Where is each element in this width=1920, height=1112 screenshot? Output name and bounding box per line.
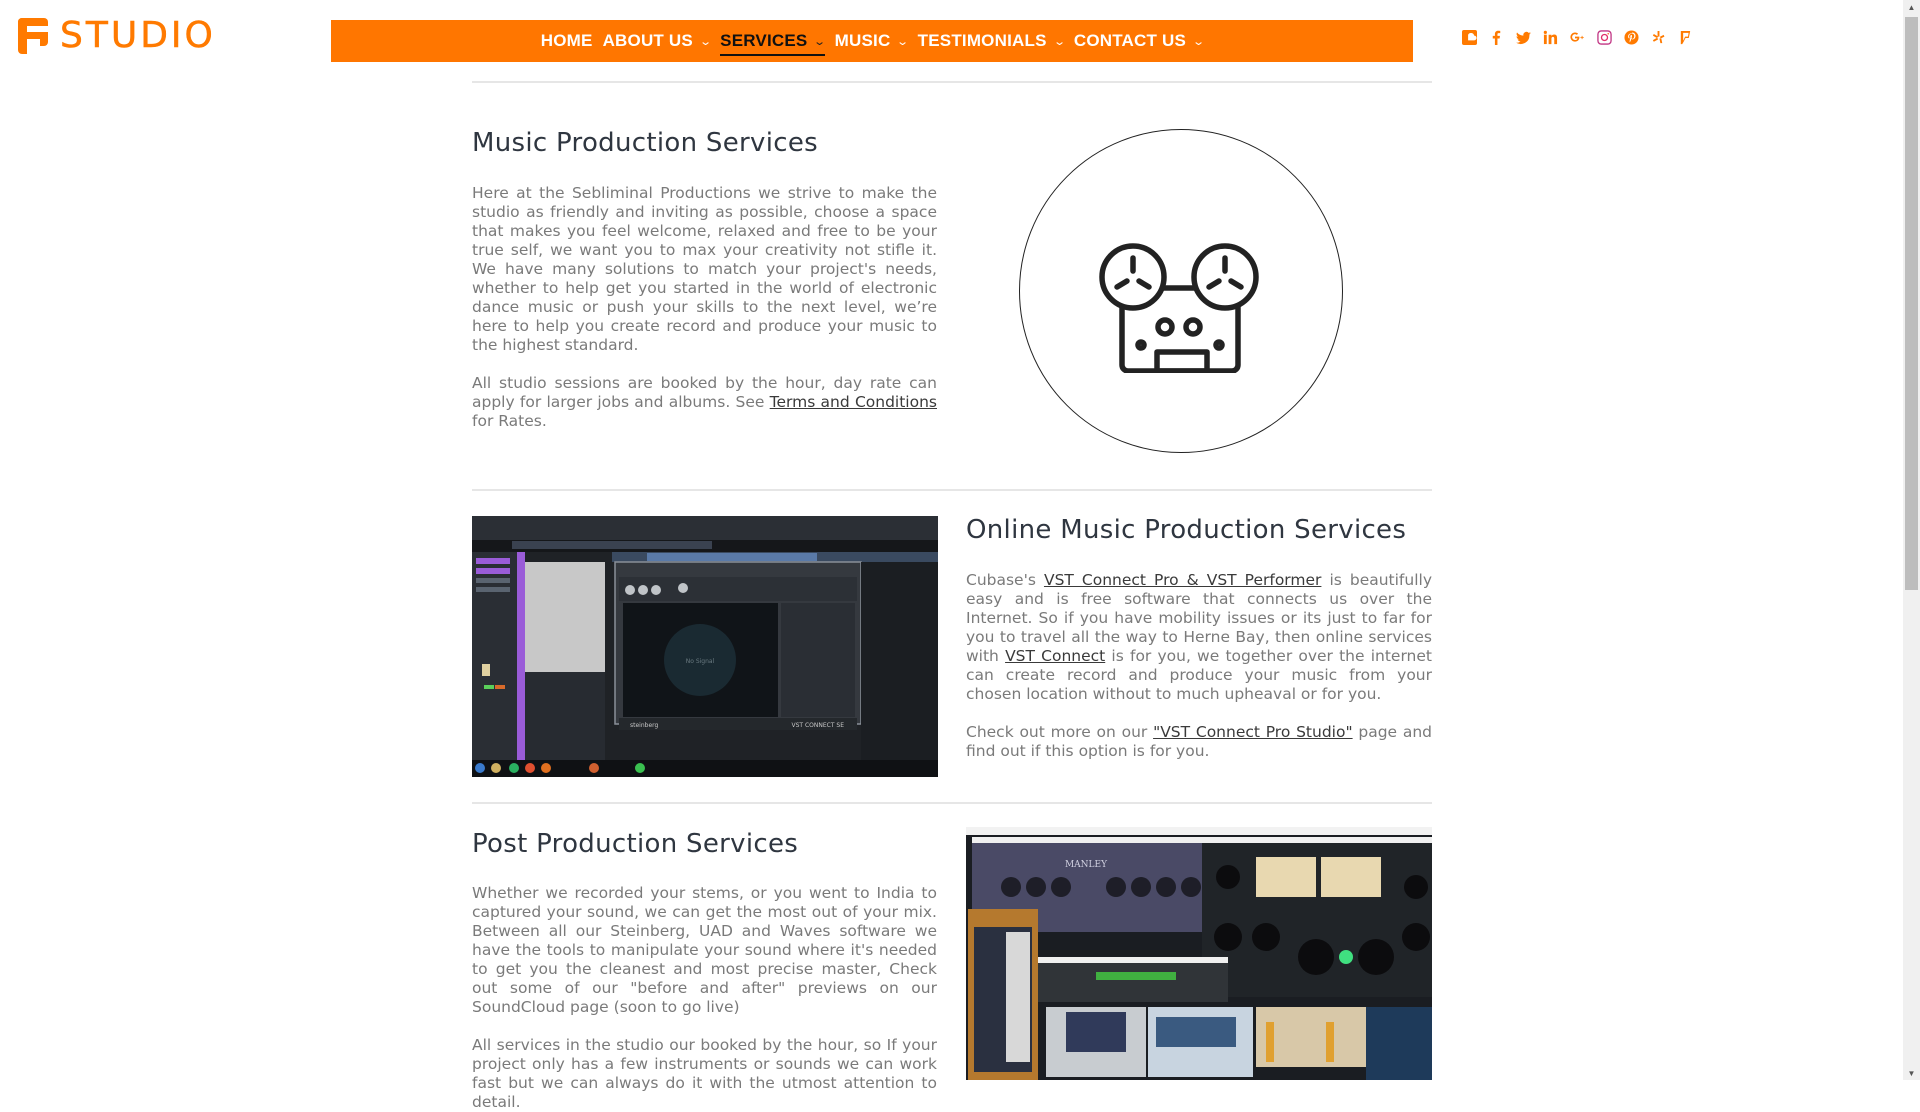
nav-item-label: MUSIC bbox=[834, 31, 891, 50]
pinterest-icon[interactable] bbox=[1624, 29, 1639, 45]
chevron-down-icon[interactable]: ⌄ bbox=[1192, 35, 1205, 48]
nav-item-label: SERVICES bbox=[720, 31, 808, 50]
logo-text: STUDIO bbox=[60, 15, 216, 56]
section-paragraph: Here at the Sebliminal Productions we st… bbox=[472, 184, 937, 354]
facebook-icon[interactable] bbox=[1489, 30, 1504, 45]
screenshot-caption: No Signal bbox=[686, 658, 715, 665]
scrollbar-thumb[interactable] bbox=[1905, 17, 1918, 590]
daw-screenshot-graphic: No Signal steinberg VST CONNECT SE bbox=[472, 516, 938, 777]
section-paragraph: Whether we recorded your stems, or you w… bbox=[472, 884, 937, 1016]
scroll-down-arrow-icon[interactable]: ▼ bbox=[1903, 1066, 1920, 1080]
reel-to-reel-image bbox=[1019, 129, 1343, 453]
soundcloud-icon[interactable] bbox=[1462, 29, 1477, 45]
nav-item-label: HOME bbox=[540, 31, 593, 50]
main-nav: HOME ABOUT US ⌄ SERVICES ⌄ MUSIC ⌄ TESTIMONIALS… bbox=[331, 20, 1413, 62]
reel-to-reel-tape-icon bbox=[1099, 243, 1259, 373]
section-title: Online Music Production Services bbox=[966, 515, 1407, 545]
instagram-icon[interactable] bbox=[1597, 29, 1612, 45]
vst-connect-link[interactable]: VST Connect bbox=[1005, 647, 1105, 665]
paragraph-text: Check out more on our bbox=[966, 723, 1154, 741]
section-title: Music Production Services bbox=[472, 128, 818, 158]
nav-item-services[interactable]: SERVICES ⌄ bbox=[720, 20, 827, 62]
nav-item-music[interactable]: MUSIC ⌄ bbox=[834, 20, 910, 62]
nav-item-label: ABOUT US bbox=[602, 31, 693, 50]
scroll-up-arrow-icon[interactable]: ▲ bbox=[1903, 0, 1920, 14]
section-title: Post Production Services bbox=[472, 829, 799, 859]
section-paragraph: Check out more on our "VST Connect Pro S… bbox=[966, 723, 1432, 761]
paragraph-text: for Rates. bbox=[472, 412, 547, 430]
page-scrollbar[interactable]: ▲ ▼ bbox=[1903, 0, 1920, 1080]
section-paragraph: All services in the studio our booked by… bbox=[472, 1036, 937, 1111]
section-divider bbox=[472, 489, 1432, 491]
section-paragraph: All studio sessions are booked by the ho… bbox=[472, 374, 937, 431]
screenshot-brand: steinberg bbox=[630, 722, 659, 729]
chevron-down-icon[interactable]: ⌄ bbox=[897, 35, 910, 48]
chevron-down-icon[interactable]: ⌄ bbox=[814, 35, 827, 48]
google-plus-icon[interactable] bbox=[1570, 30, 1585, 45]
social-links bbox=[1462, 27, 1705, 47]
nav-item-home[interactable]: HOME bbox=[541, 20, 593, 62]
section-divider bbox=[472, 81, 1432, 83]
nav-item-about-us[interactable]: ABOUT US ⌄ bbox=[602, 20, 712, 62]
terms-and-conditions-link[interactable]: Terms and Conditions bbox=[770, 393, 937, 411]
nav-item-testimonials[interactable]: TESTIMONIALS ⌄ bbox=[917, 20, 1066, 62]
vst-connect-screenshot: No Signal steinberg VST CONNECT SE bbox=[472, 516, 938, 777]
twitter-icon[interactable] bbox=[1516, 30, 1531, 45]
vst-connect-pro-link[interactable]: VST Connect Pro & VST Performer bbox=[1044, 571, 1321, 589]
chevron-down-icon[interactable]: ⌄ bbox=[699, 35, 712, 48]
vst-connect-pro-studio-link[interactable]: "VST Connect Pro Studio" bbox=[1153, 723, 1353, 741]
plugins-screenshot-graphic: MANLEY bbox=[966, 827, 1432, 1080]
paragraph-text: Cubase's bbox=[966, 571, 1044, 589]
section-paragraph: Cubase's VST Connect Pro & VST Performer… bbox=[966, 571, 1432, 704]
section-divider bbox=[472, 802, 1432, 804]
screenshot-label: MANLEY bbox=[1065, 860, 1108, 870]
nav-item-label: CONTACT US bbox=[1073, 31, 1187, 50]
screenshot-product: VST CONNECT SE bbox=[791, 722, 844, 729]
chevron-down-icon[interactable]: ⌄ bbox=[1053, 35, 1066, 48]
foursquare-icon[interactable] bbox=[1678, 30, 1693, 45]
nav-item-contact-us[interactable]: CONTACT US ⌄ bbox=[1073, 20, 1205, 62]
plugins-screenshot: MANLEY bbox=[966, 827, 1432, 1080]
nav-item-label: TESTIMONIALS bbox=[917, 31, 1047, 50]
linkedin-icon[interactable] bbox=[1543, 30, 1558, 45]
yelp-icon[interactable] bbox=[1651, 30, 1666, 45]
logo-mark-icon bbox=[18, 18, 48, 54]
studio-logo[interactable]: STUDIO bbox=[18, 15, 216, 56]
